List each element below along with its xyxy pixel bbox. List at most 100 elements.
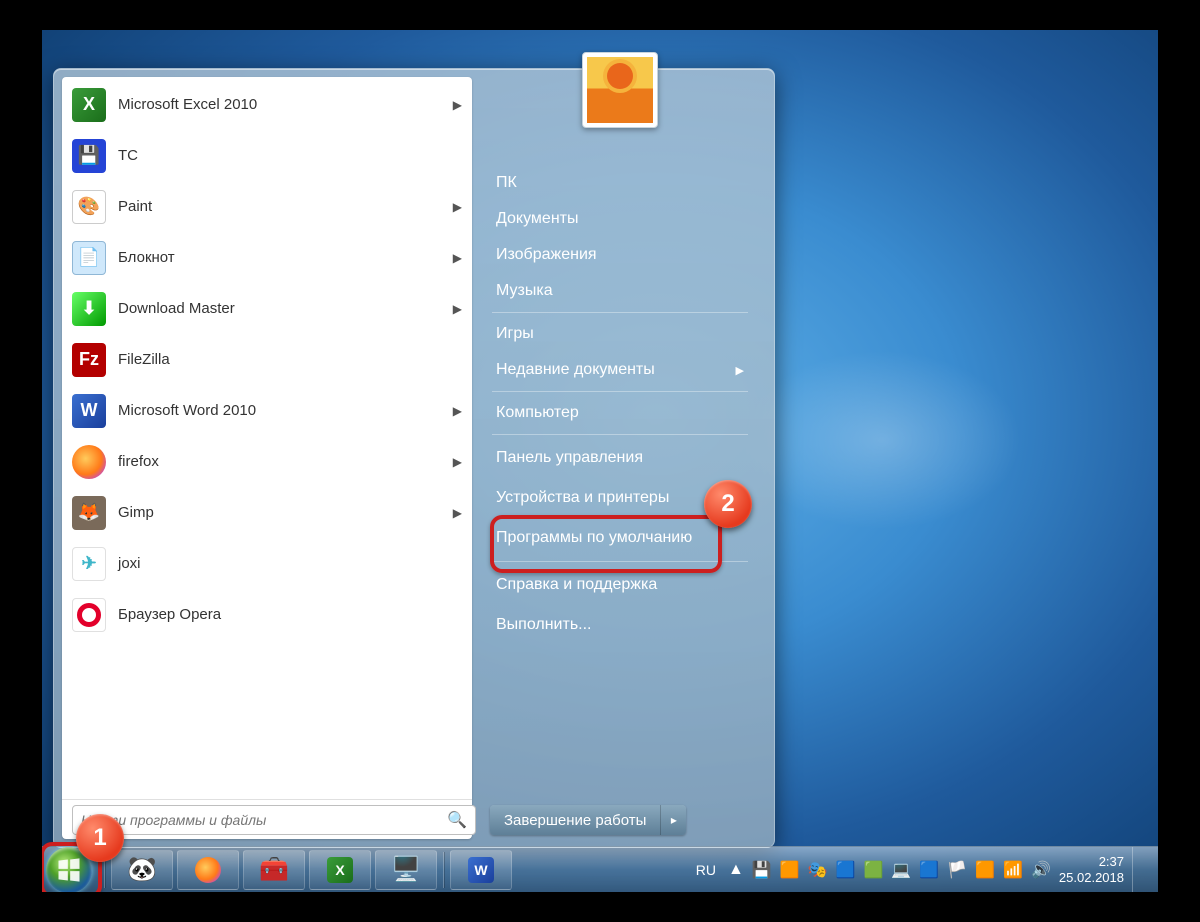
program-notepad[interactable]: 📄 Блокнот ▶ <box>62 232 472 283</box>
submenu-arrow-icon: ▶ <box>453 404 462 418</box>
submenu-arrow-icon: ▶ <box>453 455 462 469</box>
right-item-music[interactable]: Музыка <box>486 273 754 309</box>
right-item-games[interactable]: Игры <box>486 316 754 352</box>
program-word[interactable]: W Microsoft Word 2010 ▶ <box>62 385 472 436</box>
separator <box>492 434 748 435</box>
program-label: joxi <box>118 555 462 572</box>
program-excel[interactable]: X Microsoft Excel 2010 ▶ <box>62 79 472 130</box>
word-icon: W <box>70 392 108 430</box>
paint-icon: 🎨 <box>70 188 108 226</box>
right-item-run[interactable]: Выполнить... <box>486 605 754 645</box>
gimp-icon: 🦊 <box>70 494 108 532</box>
submenu-arrow-icon: ▶ <box>453 98 462 112</box>
search-input[interactable] <box>81 812 447 828</box>
annotation-callout-1: 1 <box>76 814 124 862</box>
tray-nvidia-icon[interactable]: 🟩 <box>863 860 883 880</box>
shutdown-button-group: Завершение работы ▸ <box>490 805 686 835</box>
taskbar-app-word[interactable]: W <box>450 850 512 890</box>
tray-wifi-icon[interactable]: 📶 <box>1003 860 1023 880</box>
right-item-control-panel[interactable]: Панель управления <box>486 438 754 478</box>
taskbar-app-explorer[interactable]: 🖥️ <box>375 850 437 890</box>
tray-app-icon[interactable]: 🟧 <box>975 860 995 880</box>
right-item-documents[interactable]: Документы <box>486 201 754 237</box>
submenu-arrow-icon: ▶ <box>453 506 462 520</box>
flower-image <box>587 57 653 123</box>
tray-volume-icon[interactable]: 🔊 <box>1031 860 1051 880</box>
separator <box>492 391 748 392</box>
taskbar-app-utility[interactable]: 🧰 <box>243 850 305 890</box>
program-label: firefox <box>118 453 447 470</box>
right-item-computer[interactable]: Компьютер <box>486 395 754 431</box>
program-firefox[interactable]: firefox ▶ <box>62 436 472 487</box>
submenu-arrow-icon: ▶ <box>453 251 462 265</box>
program-joxi[interactable]: ✈ joxi <box>62 538 472 589</box>
right-item-pictures[interactable]: Изображения <box>486 237 754 273</box>
program-filezilla[interactable]: Fz FileZilla <box>62 334 472 385</box>
program-gimp[interactable]: 🦊 Gimp ▶ <box>62 487 472 538</box>
program-label: TC <box>118 147 462 164</box>
panda-icon: 🐼 <box>127 855 157 884</box>
shutdown-options-button[interactable]: ▸ <box>660 805 686 835</box>
taskbar: 🐼 🧰 X 🖥️ W RU ▲ 💾 🟧 🎭 🟦 🟩 💻 🟦 🏳️ 🟧 📶 🔊 2… <box>42 846 1158 892</box>
taskbar-divider <box>443 852 444 888</box>
notepad-icon: 📄 <box>70 239 108 277</box>
clock-date: 25.02.2018 <box>1059 870 1124 886</box>
separator <box>492 561 748 562</box>
tray-app-icon[interactable]: 🟧 <box>780 860 800 880</box>
start-left-pane: X Microsoft Excel 2010 ▶ 💾 TC 🎨 Paint ▶ … <box>62 77 472 839</box>
download-icon: ⬇ <box>70 290 108 328</box>
wallpaper-flare <box>742 350 1022 530</box>
firefox-icon <box>70 443 108 481</box>
tray-app-icon[interactable]: 🟦 <box>919 860 939 880</box>
submenu-arrow-icon: ▶ <box>736 364 744 377</box>
joxi-icon: ✈ <box>70 545 108 583</box>
excel-icon: X <box>327 857 353 883</box>
start-menu: X Microsoft Excel 2010 ▶ 💾 TC 🎨 Paint ▶ … <box>53 68 775 848</box>
program-label: Microsoft Excel 2010 <box>118 96 447 113</box>
firefox-icon <box>195 857 221 883</box>
clock-time: 2:37 <box>1059 854 1124 870</box>
program-label: Браузер Opera <box>118 606 462 623</box>
taskbar-clock[interactable]: 2:37 25.02.2018 <box>1059 854 1124 885</box>
opera-icon <box>70 596 108 634</box>
tray-chevron-icon[interactable]: ▲ <box>728 861 744 879</box>
explorer-icon: 🖥️ <box>391 855 421 884</box>
program-label: Microsoft Word 2010 <box>118 402 447 419</box>
right-item-pc[interactable]: ПК <box>486 165 754 201</box>
save-icon: 💾 <box>70 137 108 175</box>
program-download-master[interactable]: ⬇ Download Master ▶ <box>62 283 472 334</box>
language-indicator[interactable]: RU <box>696 862 716 878</box>
program-label: Блокнот <box>118 249 447 266</box>
filezilla-icon: Fz <box>70 341 108 379</box>
tray-disk-icon[interactable]: 💾 <box>752 860 772 880</box>
taskbar-app-excel[interactable]: X <box>309 850 371 890</box>
system-tray: RU ▲ 💾 🟧 🎭 🟦 🟩 💻 🟦 🏳️ 🟧 📶 🔊 2:37 25.02.2… <box>686 847 1158 893</box>
right-item-recent[interactable]: Недавние документы ▶ <box>486 352 754 388</box>
tray-app-icon[interactable]: 🟦 <box>836 860 856 880</box>
excel-icon: X <box>70 86 108 124</box>
tray-flag-icon[interactable]: 🏳️ <box>947 860 967 880</box>
program-list: X Microsoft Excel 2010 ▶ 💾 TC 🎨 Paint ▶ … <box>62 77 472 799</box>
program-label: Paint <box>118 198 447 215</box>
search-icon: 🔍 <box>447 810 467 830</box>
shutdown-button[interactable]: Завершение работы <box>490 805 660 835</box>
taskbar-app-firefox[interactable] <box>177 850 239 890</box>
tray-app-icon[interactable]: 🎭 <box>808 860 828 880</box>
tray-network-icon[interactable]: 💻 <box>891 860 911 880</box>
program-opera[interactable]: Браузер Opera <box>62 589 472 640</box>
start-right-pane: ПК Документы Изображения Музыка Игры Нед… <box>472 77 766 839</box>
word-icon: W <box>468 857 494 883</box>
annotation-callout-2: 2 <box>704 480 752 528</box>
program-label: Gimp <box>118 504 447 521</box>
user-account-picture[interactable] <box>582 52 658 128</box>
show-desktop-button[interactable] <box>1132 847 1148 893</box>
program-label: Download Master <box>118 300 447 317</box>
program-paint[interactable]: 🎨 Paint ▶ <box>62 181 472 232</box>
taskbar-app-panda[interactable]: 🐼 <box>111 850 173 890</box>
separator <box>492 312 748 313</box>
program-tc[interactable]: 💾 TC <box>62 130 472 181</box>
right-item-help[interactable]: Справка и поддержка <box>486 565 754 605</box>
utility-icon: 🧰 <box>259 855 289 884</box>
windows-logo-icon <box>55 856 83 884</box>
search-box[interactable]: 🔍 <box>72 805 476 835</box>
